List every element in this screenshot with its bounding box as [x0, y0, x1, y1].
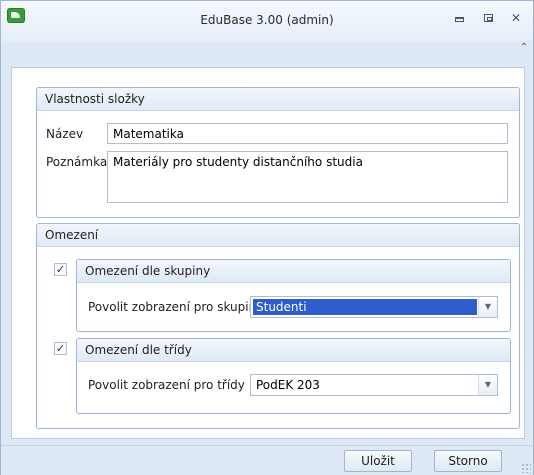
chevron-down-icon[interactable]: ▼ [478, 297, 497, 317]
ribbon-collapse-button[interactable]: ⌃ [517, 41, 531, 55]
checkmark-icon: ✓ [55, 342, 66, 355]
allow-classes-label: Povolit zobrazení pro třídy [88, 378, 245, 392]
restrictions-header: Omezení [37, 224, 519, 247]
minimize-button[interactable] [449, 10, 469, 26]
note-label: Poznámka [46, 155, 108, 169]
classes-select-value: PodEK 203 [256, 378, 320, 392]
class-restriction-header: Omezení dle třídy [77, 339, 510, 362]
group-restriction-header: Omezení dle skupiny [77, 260, 510, 283]
name-field[interactable]: Matematika [107, 123, 508, 144]
name-label: Název [46, 127, 84, 141]
group-restriction-checkbox[interactable]: ✓ [54, 263, 67, 276]
class-restriction-checkbox[interactable]: ✓ [54, 342, 67, 355]
chevron-up-icon: ⌃ [519, 42, 529, 53]
allow-groups-label: Povolit zobrazení pro skupiny [88, 300, 264, 314]
resize-grip-icon[interactable] [521, 463, 531, 473]
groups-select-value: Studenti [253, 299, 477, 315]
close-button[interactable]: ✕ [506, 10, 526, 26]
folder-properties-header: Vlastnosti složky [37, 88, 519, 111]
note-field[interactable]: Materiály pro studenty distančního studi… [107, 151, 508, 203]
footer-bar: Uložit Storno [1, 445, 533, 475]
groups-select[interactable]: Studenti ▼ [250, 296, 498, 318]
save-button[interactable]: Uložit [344, 450, 412, 472]
classes-select[interactable]: PodEK 203 ▼ [250, 374, 498, 396]
cancel-button[interactable]: Storno [434, 450, 502, 472]
maximize-icon [483, 14, 493, 22]
chevron-down-icon[interactable]: ▼ [478, 375, 497, 395]
checkmark-icon: ✓ [55, 263, 66, 276]
main-window: EduBase 3.00 (admin) ✕ ⌃ Vlastnosti slož… [0, 0, 534, 475]
close-icon: ✕ [510, 11, 522, 25]
title-bar[interactable]: EduBase 3.00 (admin) ✕ [1, 1, 533, 41]
minimize-icon [454, 17, 464, 22]
maximize-button[interactable] [478, 10, 498, 26]
